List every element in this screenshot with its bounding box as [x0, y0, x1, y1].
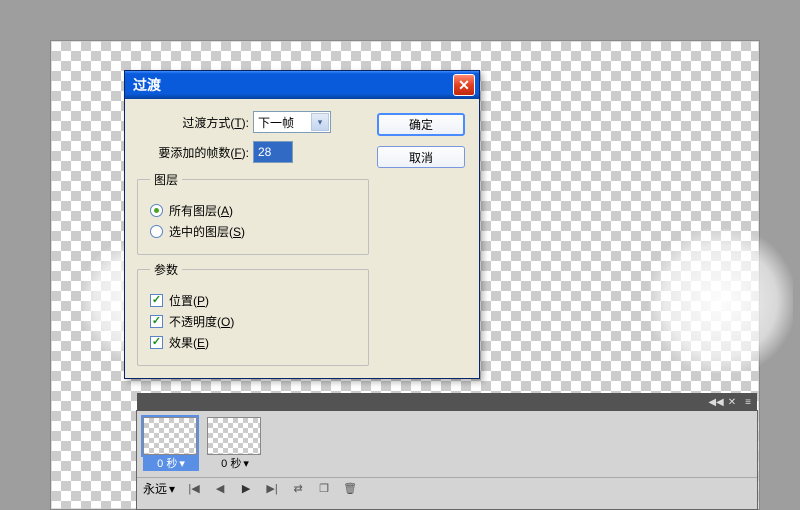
cancel-button[interactable]: 取消 [377, 146, 465, 168]
ok-label: 确定 [409, 116, 433, 133]
frame-thumb [143, 417, 197, 455]
new-frame-icon[interactable]: ❐ [317, 482, 331, 496]
prev-frame-icon[interactable]: ◀ [213, 482, 227, 496]
chevron-down-icon: ▾ [311, 113, 329, 131]
transition-value: 下一帧 [258, 114, 294, 131]
titlebar[interactable]: 过渡 ✕ [125, 71, 479, 99]
first-frame-icon[interactable]: |◀ [187, 482, 201, 496]
layers-legend: 图层 [150, 171, 182, 188]
check-label: 效果(E) [169, 334, 209, 351]
timeline-toolbar: 永远 ▾ |◀ ◀ ▶ ▶| ⇄ ❐ 🗑 [137, 477, 757, 499]
check-label: 位置(P) [169, 292, 209, 309]
frame-delay: 0 秒 [157, 455, 177, 471]
frame-2[interactable]: 0 秒▾ [207, 417, 263, 471]
checkbox-icon: ✓ [150, 315, 163, 328]
close-button[interactable]: ✕ [453, 74, 475, 96]
dropdown-icon: ▾ [169, 482, 175, 496]
next-frame-icon[interactable]: ▶| [265, 482, 279, 496]
radio-label: 所有图层(A) [169, 202, 233, 219]
panel-header: ◀◀ ✕ ≡ [137, 393, 757, 411]
transition-select[interactable]: 下一帧 ▾ [253, 111, 331, 133]
frames-strip: 0 秒▾ 0 秒▾ [137, 411, 757, 477]
params-legend: 参数 [150, 261, 182, 278]
frame-1[interactable]: 0 秒▾ [143, 417, 199, 471]
check-label: 不透明度(O) [169, 313, 234, 330]
layers-group: 图层 所有图层(A) 选中的图层(S) [137, 171, 369, 255]
param-position-check[interactable]: ✓ 位置(P) [150, 292, 356, 309]
checkbox-icon: ✓ [150, 294, 163, 307]
frames-input[interactable] [253, 141, 293, 163]
ok-button[interactable]: 确定 [377, 113, 465, 136]
close-icon: ✕ [458, 77, 470, 94]
panel-menu-icon[interactable]: ≡ [743, 397, 753, 407]
param-effect-check[interactable]: ✓ 效果(E) [150, 334, 356, 351]
dialog-title: 过渡 [133, 75, 453, 95]
loop-label: 永远 [143, 480, 167, 497]
radio-icon [150, 225, 163, 238]
transition-label: 过渡方式(T): [137, 114, 249, 131]
frames-label: 要添加的帧数(F): [137, 144, 249, 161]
tween-dialog: 过渡 ✕ 确定 取消 过渡方式(T): 下一帧 ▾ 要添加的帧数(F): 图层 … [124, 70, 480, 379]
radio-label: 选中的图层(S) [169, 223, 245, 240]
checkbox-icon: ✓ [150, 336, 163, 349]
frame-thumb [207, 417, 261, 455]
cancel-label: 取消 [409, 149, 433, 166]
play-icon[interactable]: ▶ [239, 482, 253, 496]
delete-frame-icon[interactable]: 🗑 [343, 482, 357, 496]
radio-icon [150, 204, 163, 217]
layers-all-radio[interactable]: 所有图层(A) [150, 202, 356, 219]
param-opacity-check[interactable]: ✓ 不透明度(O) [150, 313, 356, 330]
dropdown-icon[interactable]: ▾ [243, 457, 249, 470]
panel-close-icon[interactable]: ✕ [727, 397, 737, 407]
layers-selected-radio[interactable]: 选中的图层(S) [150, 223, 356, 240]
params-group: 参数 ✓ 位置(P) ✓ 不透明度(O) ✓ 效果(E) [137, 261, 369, 366]
frame-delay: 0 秒 [221, 455, 241, 471]
loop-selector[interactable]: 永远 ▾ [143, 480, 175, 497]
tween-icon[interactable]: ⇄ [291, 482, 305, 496]
dropdown-icon[interactable]: ▾ [179, 457, 185, 470]
animation-panel: ◀◀ ✕ ≡ 0 秒▾ 0 秒▾ 永远 ▾ |◀ ◀ ▶ ▶| ⇄ ❐ 🗑 [136, 410, 758, 510]
panel-collapse-icon[interactable]: ◀◀ [711, 397, 721, 407]
